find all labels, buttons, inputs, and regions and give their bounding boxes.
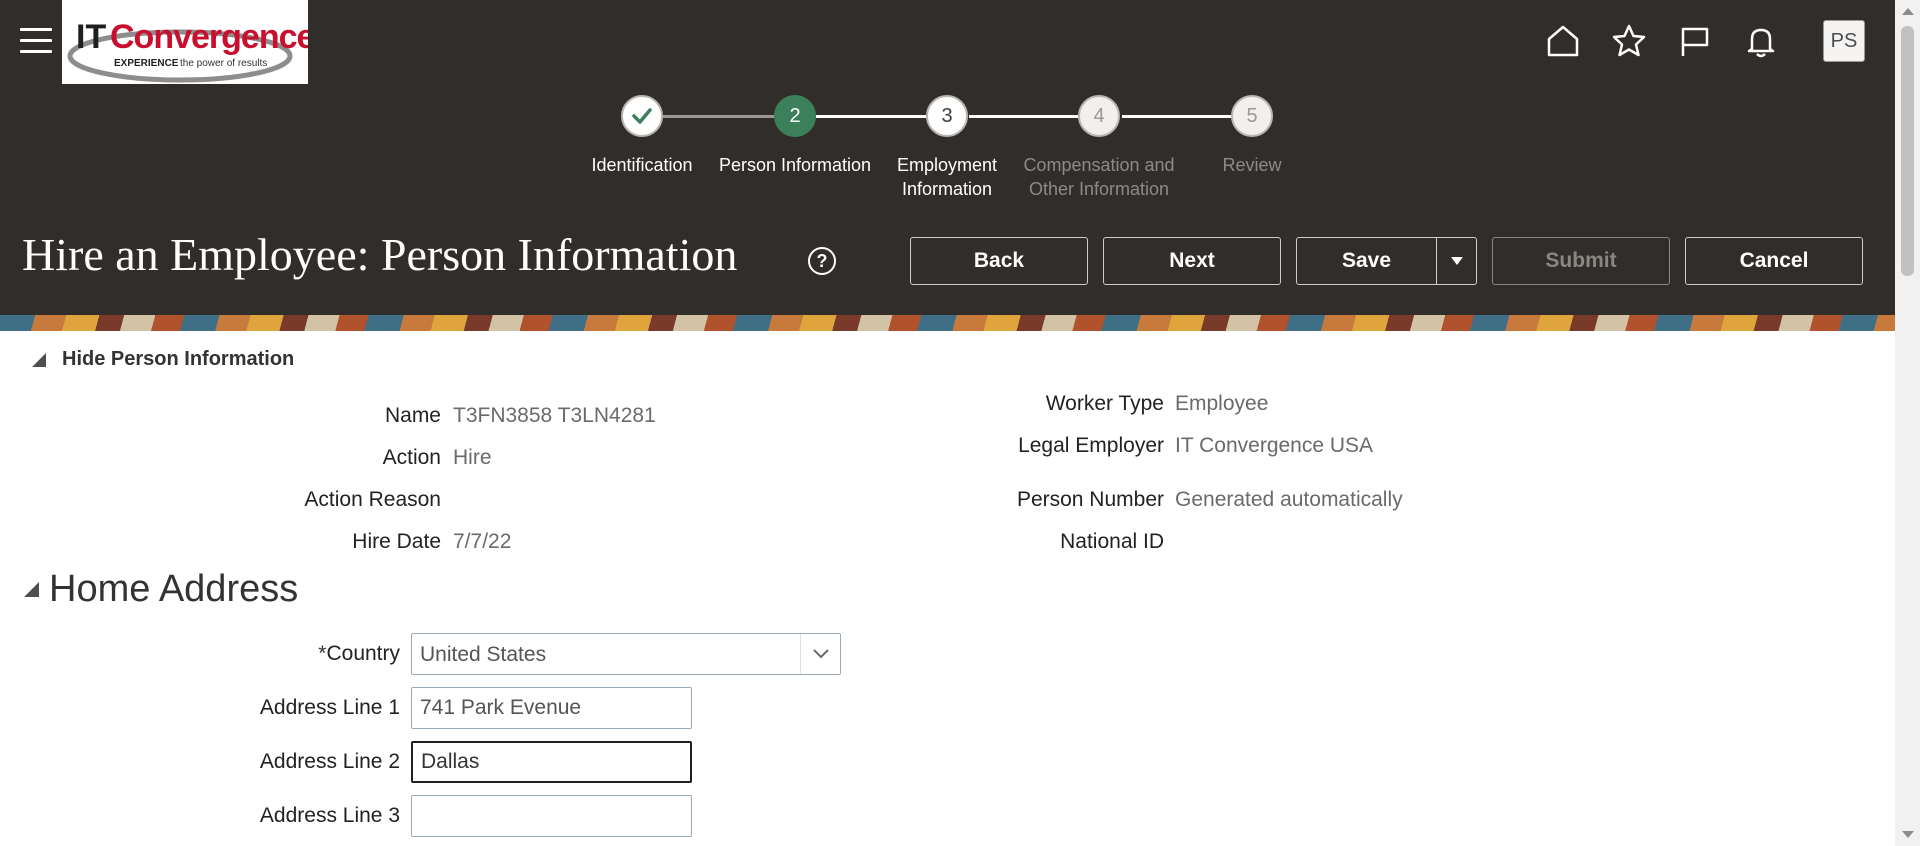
company-logo[interactable]: IT Convergence EXPERIENCE the power of r… <box>62 0 315 84</box>
address-line-3-label: Address Line 3 <box>259 804 400 827</box>
checkmark-icon <box>632 108 652 124</box>
country-select[interactable]: United States <box>411 633 841 675</box>
flag-icon[interactable] <box>1675 21 1715 61</box>
name-value: T3FN3858 T3LN4281 <box>453 404 656 427</box>
train-label-person-information: Person Information <box>718 155 872 175</box>
hire-date-value: 7/7/22 <box>453 530 512 553</box>
train-step-review[interactable]: 5 <box>1231 95 1273 137</box>
bell-icon[interactable] <box>1741 21 1781 61</box>
train-label-identification: Identification <box>591 155 693 175</box>
person-number-label: Person Number <box>1016 488 1164 511</box>
hide-person-information-toggle[interactable]: Hide Person Information <box>32 348 294 371</box>
star-icon[interactable] <box>1609 21 1649 61</box>
scroll-thumb[interactable] <box>1901 26 1914 276</box>
address-line-1-input[interactable] <box>411 687 692 729</box>
country-select-value: United States <box>420 643 547 666</box>
action-value: Hire <box>453 446 492 469</box>
app-header: IT Convergence EXPERIENCE the power of r… <box>0 0 1895 315</box>
submit-button[interactable]: Submit <box>1492 237 1670 285</box>
page-title: Hire an Employee: Person Information <box>22 229 738 280</box>
cancel-button[interactable]: Cancel <box>1685 237 1863 285</box>
save-button[interactable]: Save <box>1297 238 1437 284</box>
train-label-compensation: Compensation and Other Information <box>1023 155 1175 199</box>
worker-type-label: Worker Type <box>1045 392 1164 415</box>
svg-text:IT: IT <box>76 18 106 56</box>
action-reason-label: Action Reason <box>304 488 441 511</box>
collapse-triangle-icon <box>32 352 46 367</box>
address-line-3-input[interactable] <box>411 795 692 837</box>
address-line-1-label: Address Line 1 <box>259 696 400 719</box>
next-button[interactable]: Next <box>1103 237 1281 285</box>
help-icon[interactable]: ? <box>808 247 836 275</box>
action-label: Action <box>382 446 441 469</box>
save-button-group: Save <box>1296 237 1477 285</box>
process-train: 2 3 4 5 Identification Person Informatio… <box>0 95 1895 205</box>
home-address-title: Home Address <box>49 568 299 610</box>
worker-type-value: Employee <box>1175 392 1269 415</box>
save-dropdown-arrow-icon[interactable] <box>1438 238 1476 284</box>
address-line-2-label: Address Line 2 <box>259 750 400 773</box>
home-icon[interactable] <box>1543 21 1583 61</box>
scroll-up-icon[interactable] <box>1902 8 1914 15</box>
home-address-section-toggle[interactable]: Home Address <box>24 568 298 611</box>
scroll-down-icon[interactable] <box>1902 831 1914 838</box>
legal-employer-value: IT Convergence USA <box>1175 434 1374 457</box>
svg-text:the power of results: the power of results <box>180 58 267 69</box>
train-step-employment-information[interactable]: 3 <box>926 95 968 137</box>
country-label: *Country <box>318 642 400 665</box>
legal-employer-label: Legal Employer <box>1018 434 1164 457</box>
name-label: Name <box>384 404 441 427</box>
svg-text:Convergence: Convergence <box>110 18 308 56</box>
user-avatar[interactable]: PS <box>1823 20 1865 62</box>
hamburger-menu-icon[interactable] <box>20 28 52 54</box>
section-toggle-label: Hide Person Information <box>62 348 295 370</box>
train-step-compensation[interactable]: 4 <box>1078 95 1120 137</box>
collapse-triangle-icon <box>24 582 39 597</box>
person-number-value: Generated automatically <box>1175 488 1403 511</box>
back-button[interactable]: Back <box>910 237 1088 285</box>
train-label-review: Review <box>1222 155 1282 175</box>
train-step-identification[interactable] <box>621 95 663 137</box>
hire-date-label: Hire Date <box>352 530 441 553</box>
vertical-scrollbar[interactable] <box>1895 0 1920 846</box>
decorative-banner <box>0 315 1895 331</box>
train-label-employment-information: Employment Information <box>896 155 998 199</box>
address-line-2-input[interactable] <box>411 741 692 783</box>
chevron-down-icon[interactable] <box>800 634 840 674</box>
train-step-person-information[interactable]: 2 <box>774 95 816 137</box>
svg-text:EXPERIENCE: EXPERIENCE <box>114 58 179 69</box>
national-id-label: National ID <box>1060 530 1164 553</box>
